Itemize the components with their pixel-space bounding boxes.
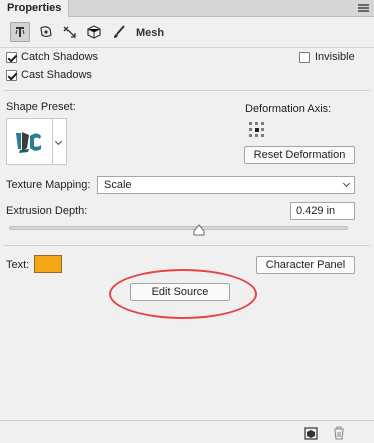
invisible-label: Invisible — [315, 51, 355, 63]
deformation-axis-label: Deformation Axis: — [245, 103, 332, 115]
mesh-tool-icon[interactable] — [10, 22, 30, 42]
shape-preset-label: Shape Preset: — [6, 101, 76, 113]
chevron-down-icon — [342, 179, 351, 188]
shape-preset-dropdown-button[interactable] — [53, 118, 67, 165]
slider-thumb[interactable] — [193, 224, 205, 236]
text-color-label: Text: — [6, 259, 30, 271]
text-color-swatch[interactable] — [34, 255, 62, 273]
panel-menu-icon[interactable] — [358, 4, 369, 12]
extrusion-depth-slider[interactable] — [9, 226, 348, 230]
cast-shadows-checkbox[interactable] — [6, 70, 17, 81]
shape-preset-thumbnail[interactable] — [6, 118, 53, 165]
extrusion-depth-input[interactable]: 0.429 in — [290, 202, 355, 220]
trash-icon[interactable] — [332, 426, 346, 440]
material-brush-icon[interactable] — [109, 22, 129, 42]
extrusion-depth-label: Extrusion Depth: — [6, 205, 88, 217]
divider — [4, 245, 370, 246]
properties-toolbar: Mesh — [0, 17, 374, 48]
catch-shadows-label: Catch Shadows — [21, 51, 99, 63]
render-icon[interactable] — [304, 426, 318, 440]
texture-mapping-select[interactable]: Scale — [97, 176, 355, 194]
deformation-tool-icon[interactable] — [36, 22, 56, 42]
panel-header: Properties — [0, 0, 374, 17]
coordinates-tool-icon[interactable] — [84, 22, 104, 42]
texture-mapping-label: Texture Mapping: — [6, 179, 91, 191]
tab-properties[interactable]: Properties — [0, 0, 70, 17]
mesh-mode-label: Mesh — [136, 27, 165, 39]
character-panel-button[interactable]: Character Panel — [256, 256, 355, 274]
reset-deformation-button[interactable]: Reset Deformation — [244, 146, 355, 164]
highlight-ellipse-annotation — [109, 269, 257, 319]
cap-tool-icon[interactable] — [60, 22, 80, 42]
panel-footer — [0, 420, 374, 443]
invisible-checkbox[interactable] — [299, 52, 310, 63]
texture-mapping-value: Scale — [104, 179, 132, 191]
cast-shadows-label: Cast Shadows — [21, 69, 92, 81]
deformation-axis-grid-icon[interactable] — [249, 122, 266, 139]
divider — [4, 90, 370, 91]
catch-shadows-checkbox[interactable] — [6, 52, 17, 63]
